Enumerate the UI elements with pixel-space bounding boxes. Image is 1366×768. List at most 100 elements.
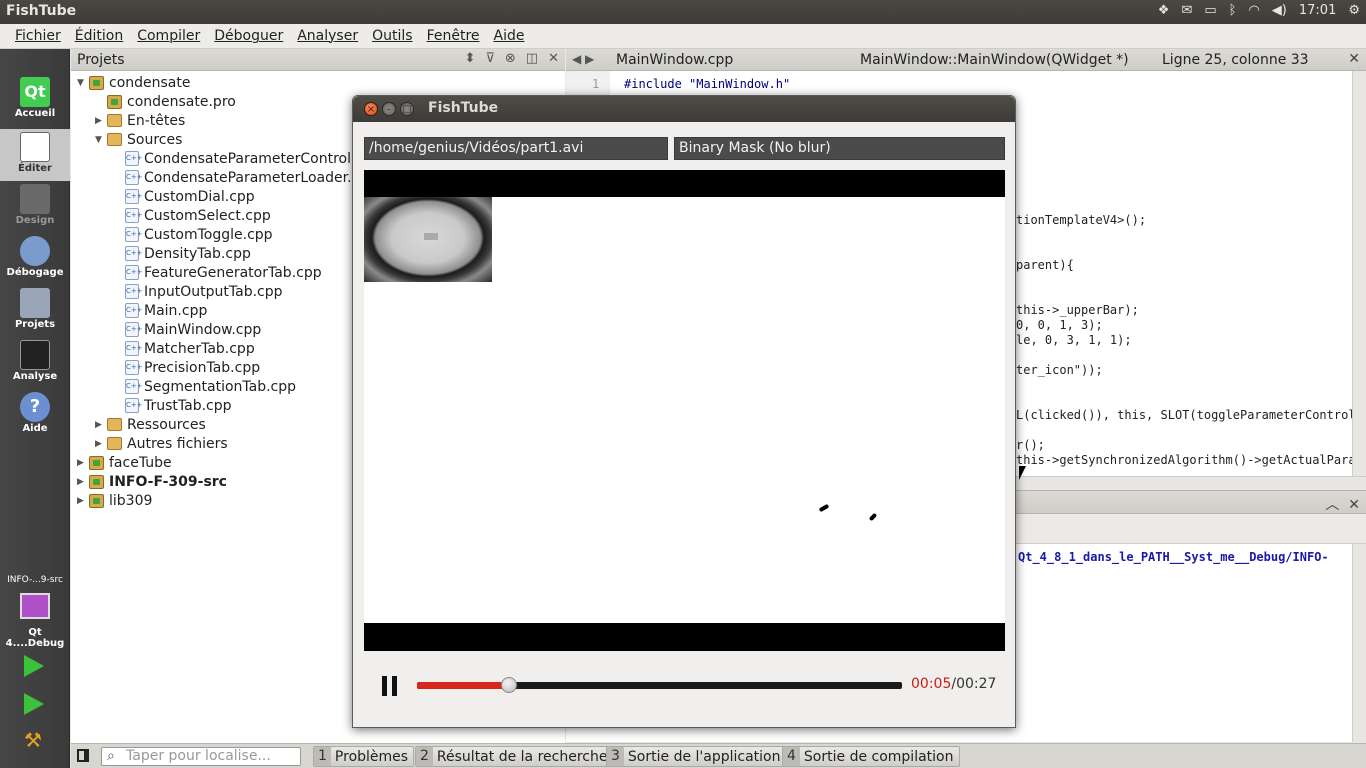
tree-item-label: DensityTab.cpp <box>144 245 251 262</box>
tab-number: 1 <box>314 747 331 766</box>
code-line: parent){ <box>1016 258 1074 272</box>
mode-select[interactable]: Binary Mask (No blur) <box>674 137 1005 160</box>
tree-item[interactable]: C++ MatcherTab.cpp <box>113 339 255 358</box>
seek-progress <box>417 682 510 689</box>
fishtube-titlebar[interactable]: × – □ FishTube <box>353 96 1015 122</box>
open-file-selector[interactable]: MainWindow.cpp <box>616 52 733 68</box>
output-controls[interactable]: ︿ ✕ <box>1325 494 1360 514</box>
tree-item[interactable]: C++ InputOutputTab.cpp <box>113 282 283 301</box>
editor-vertical-scrollbar[interactable] <box>1352 71 1366 476</box>
tree-item[interactable]: C++ DensityTab.cpp <box>113 244 251 263</box>
tree-item[interactable]: C++ CustomToggle.cpp <box>113 225 273 244</box>
tree-item[interactable]: ▼ Sources <box>95 130 182 149</box>
nav-back-forward-icon[interactable]: ◀ ▶ <box>572 52 594 66</box>
file-path-field[interactable]: /home/genius/Vidéos/part1.avi <box>364 137 668 160</box>
tree-item[interactable]: ▼ condensate <box>77 73 190 92</box>
menu-outils[interactable]: Outils <box>365 24 419 48</box>
monitor-icon[interactable] <box>20 593 50 619</box>
tree-item[interactable]: ▶ Ressources <box>95 415 206 434</box>
mode-projets[interactable]: Projets <box>0 285 70 337</box>
volume-icon[interactable]: ◀) <box>1272 3 1287 18</box>
window-minimize-icon[interactable]: – <box>382 102 396 116</box>
filter-icon[interactable]: ⊽ <box>485 51 495 66</box>
menu-aide[interactable]: Aide <box>487 24 532 48</box>
mode-design[interactable]: Design <box>0 181 70 233</box>
tree-item[interactable]: C++ CondensateParameterLoader.cpp <box>113 168 377 187</box>
mode-analyse[interactable]: Analyse <box>0 337 70 389</box>
output-tab-compilation[interactable]: 4 Sortie de compilation <box>782 746 960 767</box>
tree-item[interactable]: ▶ faceTube <box>77 453 172 472</box>
dropbox-icon[interactable]: ❖ <box>1158 3 1170 18</box>
menu-analyser[interactable]: Analyser <box>290 24 365 48</box>
link-icon[interactable]: ⊗ <box>505 51 516 66</box>
build-hammer-icon[interactable]: ⚒ <box>24 729 46 751</box>
collapse-arrow-icon[interactable]: ▶ <box>95 439 107 449</box>
editor-toolbar: ◀ ▶ MainWindow.cpp MainWindow::MainWindo… <box>566 49 1366 71</box>
close-icon[interactable]: ✕ <box>548 51 559 66</box>
menu-compiler[interactable]: Compiler <box>130 24 207 48</box>
tree-item[interactable]: C++ CondensateParameterControl.cpp <box>113 149 381 168</box>
battery-icon[interactable]: ▭ <box>1204 3 1216 18</box>
search-icon: ⌕ <box>107 748 115 764</box>
output-tab-problemes[interactable]: 1 Problèmes <box>313 746 415 767</box>
menu-fichier[interactable]: Fichier <box>8 24 68 48</box>
mode-debogage[interactable]: Débogage <box>0 233 70 285</box>
tree-item-label: MatcherTab.cpp <box>144 340 255 357</box>
collapse-arrow-icon[interactable]: ▶ <box>95 420 107 430</box>
book-icon <box>20 288 50 318</box>
mode-editer[interactable]: Éditer <box>0 129 70 181</box>
tree-item[interactable]: ▶ INFO-F-309-src <box>77 472 227 491</box>
view-select-icon[interactable]: ⬍ <box>464 51 475 66</box>
menu-edition[interactable]: Édition <box>68 24 130 48</box>
mode-aide[interactable]: ? Aide <box>0 389 70 441</box>
toggle-sidebar-icon[interactable] <box>77 749 89 762</box>
expand-arrow-icon[interactable]: ▼ <box>77 78 89 88</box>
seek-handle[interactable] <box>501 677 518 693</box>
seek-slider[interactable] <box>417 677 902 693</box>
tree-item[interactable]: C++ CustomDial.cpp <box>113 187 255 206</box>
split-icon[interactable]: ◫ <box>526 51 538 66</box>
tree-item[interactable]: C++ MainWindow.cpp <box>113 320 261 339</box>
close-editor-icon[interactable]: ✕ <box>1348 51 1360 67</box>
wifi-icon[interactable]: ◠ <box>1248 3 1259 18</box>
menu-fenetre[interactable]: Fenêtre <box>420 24 487 48</box>
tree-item-label: Autres fichiers <box>127 435 228 452</box>
output-vertical-scrollbar[interactable] <box>1352 544 1366 742</box>
mail-icon[interactable]: ✉ <box>1181 3 1192 18</box>
tree-item[interactable]: C++ PrecisionTab.cpp <box>113 358 260 377</box>
bluetooth-icon[interactable]: ᛒ <box>1229 3 1237 18</box>
function-selector[interactable]: MainWindow::MainWindow(QWidget *) <box>860 52 1129 68</box>
clock[interactable]: 17:01 <box>1299 3 1336 18</box>
cursor-position: Ligne 25, colonne 33 <box>1162 52 1309 68</box>
collapse-arrow-icon[interactable]: ▶ <box>77 496 89 506</box>
collapse-arrow-icon[interactable]: ▶ <box>95 116 107 126</box>
tree-item[interactable]: C++ Main.cpp <box>113 301 207 320</box>
tree-item[interactable]: C++ CustomSelect.cpp <box>113 206 271 225</box>
tree-item[interactable]: ▶ Autres fichiers <box>95 434 228 453</box>
tree-item[interactable]: ▶ En-têtes <box>95 111 185 130</box>
window-close-icon[interactable]: × <box>364 102 378 116</box>
output-tab-application[interactable]: 3 Sortie de l'application <box>606 746 787 767</box>
tree-item[interactable]: ▶ lib309 <box>77 491 152 510</box>
window-maximize-icon[interactable]: □ <box>400 102 414 116</box>
settings-gear-icon[interactable]: ⚙ <box>1348 3 1360 18</box>
locator-search-input[interactable]: ⌕ Taper pour localise... <box>101 747 301 766</box>
tree-item[interactable]: C++ SegmentationTab.cpp <box>113 377 296 396</box>
expand-arrow-icon[interactable]: ▼ <box>95 135 107 145</box>
source-thumbnail <box>364 197 492 282</box>
code-line: L(clicked()), this, SLOT(toggleParameter… <box>1016 408 1352 422</box>
tree-item[interactable]: C++ FeatureGeneratorTab.cpp <box>113 263 322 282</box>
mode-accueil[interactable]: Qt Accueil <box>0 74 70 126</box>
output-tab-recherche[interactable]: 2 Résultat de la recherche <box>415 746 614 767</box>
collapse-arrow-icon[interactable]: ▶ <box>77 477 89 487</box>
tree-item[interactable]: condensate.pro <box>95 92 236 111</box>
code-line: r(); <box>1016 438 1045 452</box>
tab-number: 2 <box>416 747 433 766</box>
pause-icon[interactable] <box>382 676 398 696</box>
menu-deboguer[interactable]: Déboguer <box>207 24 290 48</box>
tree-item[interactable]: C++ TrustTab.cpp <box>113 396 232 415</box>
collapse-arrow-icon[interactable]: ▶ <box>77 458 89 468</box>
output-line: Qt_4_8_1_dans_le_PATH__Syst_me__Debug/IN… <box>1018 550 1329 564</box>
debug-run-icon[interactable] <box>24 693 44 715</box>
run-icon[interactable] <box>24 655 44 677</box>
